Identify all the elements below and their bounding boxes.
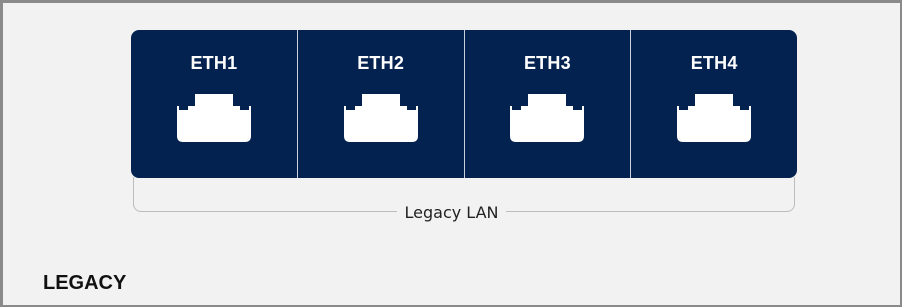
port-eth4[interactable]: ETH4 [631, 30, 797, 178]
ethernet-port-icon [343, 94, 418, 142]
port-label: ETH3 [523, 53, 571, 73]
ethernet-port-icon [176, 94, 251, 142]
section-title: LEGACY [43, 272, 127, 294]
legacy-panel: ETH1 ETH2 ETH3 ETH4 Legacy LAN LEGACY [0, 0, 902, 307]
port-eth1[interactable]: ETH1 [131, 30, 298, 178]
ethernet-port-group: ETH1 ETH2 ETH3 ETH4 [131, 30, 797, 178]
port-eth2[interactable]: ETH2 [298, 30, 465, 178]
port-label: ETH2 [357, 53, 405, 73]
ethernet-port-icon [510, 94, 585, 142]
port-eth3[interactable]: ETH3 [465, 30, 632, 178]
group-label-row: Legacy LAN [3, 203, 900, 223]
port-label: ETH1 [190, 53, 238, 73]
group-label: Legacy LAN [396, 203, 507, 222]
ethernet-port-icon [677, 94, 752, 142]
port-label: ETH4 [690, 53, 738, 73]
